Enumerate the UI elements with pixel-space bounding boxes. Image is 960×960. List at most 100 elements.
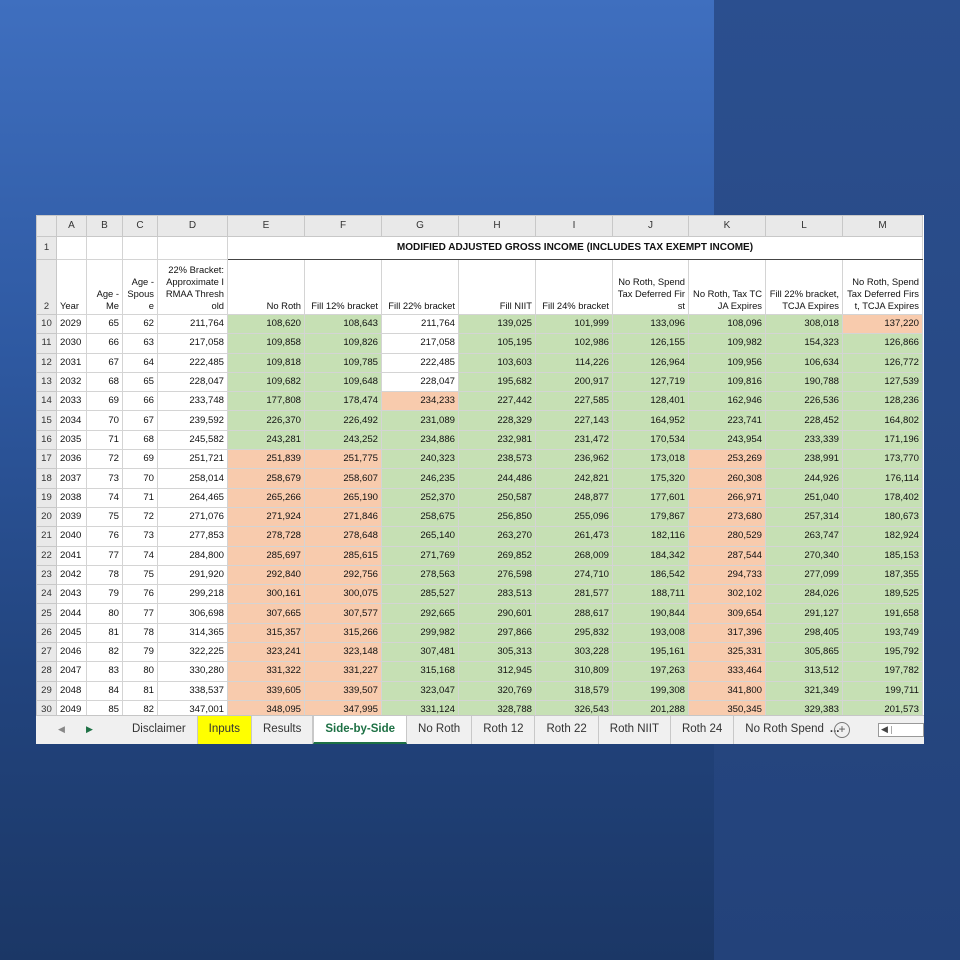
cell[interactable]: 76 bbox=[122, 584, 158, 605]
cell[interactable]: 187,355 bbox=[842, 564, 923, 586]
cell[interactable]: 258,679 bbox=[227, 468, 305, 489]
cell[interactable]: 226,370 bbox=[227, 410, 305, 431]
cell[interactable]: 284,026 bbox=[765, 584, 843, 605]
cell[interactable]: 320,769 bbox=[458, 680, 536, 701]
cell[interactable]: 108,620 bbox=[227, 313, 305, 335]
cell[interactable]: 307,577 bbox=[304, 603, 382, 624]
column-title[interactable]: Fill 24% bracket bbox=[535, 259, 613, 315]
row-header[interactable]: 18 bbox=[36, 468, 57, 489]
row-header[interactable]: 13 bbox=[36, 371, 57, 393]
cell[interactable]: 306,698 bbox=[157, 603, 228, 624]
cell[interactable]: 265,190 bbox=[304, 487, 382, 508]
cell[interactable]: 2035 bbox=[56, 429, 87, 451]
row-header[interactable]: 23 bbox=[36, 564, 57, 586]
row-header[interactable]: 2 bbox=[36, 259, 57, 315]
cell[interactable]: 177,601 bbox=[612, 487, 689, 508]
cell[interactable]: 298,405 bbox=[765, 622, 843, 644]
cell[interactable]: 139,025 bbox=[458, 313, 536, 335]
row-header[interactable]: 29 bbox=[36, 680, 57, 701]
cell[interactable]: 109,785 bbox=[304, 352, 382, 373]
tab-results[interactable]: Results bbox=[252, 716, 314, 744]
cell[interactable]: 186,542 bbox=[612, 564, 689, 586]
cell[interactable]: 175,320 bbox=[612, 468, 689, 489]
cell[interactable]: 317,396 bbox=[688, 622, 766, 644]
cell[interactable]: 250,587 bbox=[458, 487, 536, 508]
column-header-d[interactable]: D bbox=[157, 215, 228, 237]
cell[interactable]: 251,040 bbox=[765, 487, 843, 508]
cell[interactable]: 223,741 bbox=[688, 410, 766, 431]
cell[interactable]: 305,865 bbox=[765, 642, 843, 663]
column-header-m[interactable]: M bbox=[842, 215, 923, 237]
column-title[interactable]: No Roth, Spend Tax Deferred First, TCJA … bbox=[842, 259, 923, 315]
column-header-h[interactable]: H bbox=[458, 215, 536, 237]
cell[interactable]: 227,442 bbox=[458, 391, 536, 412]
cell[interactable]: 331,227 bbox=[304, 661, 382, 682]
cell[interactable]: 292,756 bbox=[304, 564, 382, 586]
tab-no-roth-spend[interactable]: No Roth Spend bbox=[734, 716, 828, 744]
cell[interactable]: 68 bbox=[86, 371, 123, 393]
cell[interactable]: 74 bbox=[86, 487, 123, 508]
horizontal-scrollbar[interactable]: ◀ bbox=[878, 723, 924, 737]
cell[interactable]: 252,370 bbox=[381, 487, 459, 508]
cell[interactable]: 321,349 bbox=[765, 680, 843, 701]
cell[interactable]: 339,507 bbox=[304, 680, 382, 701]
cell[interactable]: 103,603 bbox=[458, 352, 536, 373]
row-header[interactable]: 20 bbox=[36, 506, 57, 528]
row-header[interactable]: 1 bbox=[36, 236, 57, 260]
cell[interactable]: 2046 bbox=[56, 642, 87, 663]
scroll-left-icon[interactable]: ◀ bbox=[881, 724, 888, 735]
cell[interactable]: 243,281 bbox=[227, 429, 305, 451]
cell[interactable]: 234,886 bbox=[381, 429, 459, 451]
cell[interactable]: 330,280 bbox=[157, 661, 228, 682]
cell[interactable]: 184,342 bbox=[612, 545, 689, 566]
cell[interactable]: 2040 bbox=[56, 526, 87, 547]
next-sheet-icon[interactable]: ▶ bbox=[86, 724, 93, 735]
cell[interactable]: 292,840 bbox=[227, 564, 305, 586]
cell[interactable]: 189,525 bbox=[842, 584, 923, 605]
cell[interactable]: 137,220 bbox=[842, 313, 923, 335]
cell[interactable]: 109,982 bbox=[688, 333, 766, 354]
cell[interactable]: 315,168 bbox=[381, 661, 459, 682]
cell[interactable]: 65 bbox=[86, 313, 123, 335]
cell[interactable]: 109,682 bbox=[227, 371, 305, 393]
cell[interactable]: 173,770 bbox=[842, 449, 923, 470]
cell[interactable]: 234,233 bbox=[381, 391, 459, 412]
cell[interactable]: 228,047 bbox=[381, 371, 459, 393]
cell[interactable]: 258,607 bbox=[304, 468, 382, 489]
cell[interactable]: 80 bbox=[122, 661, 158, 682]
cell[interactable]: 287,544 bbox=[688, 545, 766, 566]
cell[interactable]: 292,665 bbox=[381, 603, 459, 624]
cell[interactable]: 105,195 bbox=[458, 333, 536, 354]
cell[interactable]: 300,161 bbox=[227, 584, 305, 605]
row-header[interactable]: 21 bbox=[36, 526, 57, 547]
column-title[interactable]: Fill 22% bracket, TCJA Expires bbox=[765, 259, 843, 315]
cell[interactable]: 284,800 bbox=[157, 545, 228, 566]
cell[interactable]: 80 bbox=[86, 603, 123, 624]
cell[interactable]: 280,529 bbox=[688, 526, 766, 547]
cell[interactable]: 265,266 bbox=[227, 487, 305, 508]
cell[interactable]: 244,486 bbox=[458, 468, 536, 489]
cell[interactable]: 73 bbox=[86, 468, 123, 489]
cell[interactable]: 182,116 bbox=[612, 526, 689, 547]
cell[interactable]: 323,047 bbox=[381, 680, 459, 701]
cell[interactable] bbox=[56, 236, 87, 260]
cell[interactable]: 109,858 bbox=[227, 333, 305, 354]
cell[interactable]: 258,675 bbox=[381, 506, 459, 528]
cell[interactable]: 82 bbox=[86, 642, 123, 663]
cell[interactable]: 193,008 bbox=[612, 622, 689, 644]
cell[interactable]: 236,962 bbox=[535, 449, 613, 470]
row-header[interactable]: 25 bbox=[36, 603, 57, 624]
cell[interactable]: 65 bbox=[122, 371, 158, 393]
cell[interactable]: 108,643 bbox=[304, 313, 382, 335]
cell[interactable]: 164,802 bbox=[842, 410, 923, 431]
cell[interactable]: 265,140 bbox=[381, 526, 459, 547]
cell[interactable]: 260,308 bbox=[688, 468, 766, 489]
row-header[interactable]: 19 bbox=[36, 487, 57, 508]
cell[interactable]: 303,228 bbox=[535, 642, 613, 663]
cell[interactable]: 281,577 bbox=[535, 584, 613, 605]
column-title[interactable]: Fill 12% bracket bbox=[304, 259, 382, 315]
cell[interactable]: 227,143 bbox=[535, 410, 613, 431]
cell[interactable]: 243,252 bbox=[304, 429, 382, 451]
cell[interactable]: 2037 bbox=[56, 468, 87, 489]
cell[interactable]: 270,340 bbox=[765, 545, 843, 566]
